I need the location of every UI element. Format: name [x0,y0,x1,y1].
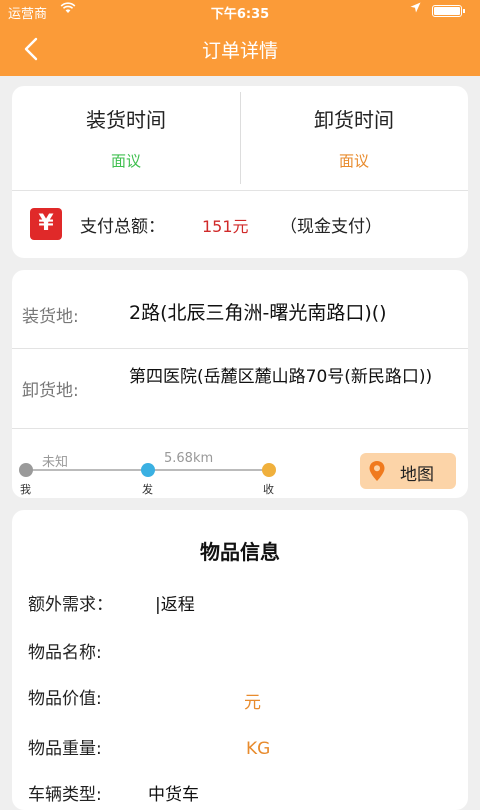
unload-address-value: 第四医院(岳麓区麓山路70号(新民路口)) [129,367,433,387]
yen-icon: ¥ [30,208,62,240]
unload-time-section: 卸货时间 面议 [240,86,468,190]
route-point-me-label: 我 [20,483,31,496]
load-address-label: 装货地: [22,307,79,327]
payment-amount: 151元 [202,217,249,236]
goods-name-label: 物品名称: [28,643,102,663]
status-bar: 运营商 下午6:35 [0,0,480,22]
payment-total-label: 支付总额： [80,217,165,237]
goods-value-label: 物品价值: [28,689,102,709]
unload-address-label: 卸货地: [22,381,79,401]
load-address-value: 2路(北辰三角洲-曙光南路口)() [129,302,387,324]
map-button-label: 地图 [400,465,434,485]
divider [12,190,468,191]
battery-icon [432,5,465,17]
goods-info-title: 物品信息 [200,540,280,564]
nav-bar: 订单详情 [0,22,480,76]
vehicle-type-label: 车辆类型: [28,785,102,805]
divider [12,428,468,429]
unload-time-value: 面议 [338,152,369,170]
route-point-pickup-label: 发 [142,483,153,496]
goods-weight-unit: KG [246,739,271,759]
divider [12,348,468,349]
map-button[interactable]: 地图 [360,453,456,489]
route-point-pickup [141,463,155,477]
status-time: 下午6:35 [210,7,270,22]
payment-method: （现金支付） [280,217,382,237]
route-segment-2-distance: 5.68km [164,451,214,466]
extra-requirement-value: |返程 [155,595,195,615]
unload-time-label: 卸货时间 [314,108,394,132]
route-point-delivery [262,463,276,477]
goods-info-card: 物品信息 额外需求： |返程 物品名称: 物品价值: 元 物品重量: KG 车辆… [12,510,468,810]
route-segment-1-status: 未知 [42,455,69,470]
location-arrow-icon [410,2,421,16]
load-time-label: 装货时间 [86,108,166,132]
extra-requirement-label: 额外需求： [28,595,113,615]
page-title: 订单详情 [201,40,278,62]
goods-weight-label: 物品重量: [28,739,102,759]
load-time-section: 装货时间 面议 [12,86,240,190]
time-payment-card: 装货时间 面议 卸货时间 面议 ¥ 支付总额： 151元 （现金支付） [12,86,468,258]
route-point-me [19,463,33,477]
map-pin-icon [368,460,386,487]
vehicle-type-value: 中货车 [148,785,199,805]
goods-value-unit: 元 [244,693,261,713]
load-time-value: 面议 [110,152,141,170]
address-card: 装货地: 2路(北辰三角洲-曙光南路口)() 卸货地: 第四医院(岳麓区麓山路7… [12,270,468,498]
route-point-delivery-label: 收 [263,483,274,496]
